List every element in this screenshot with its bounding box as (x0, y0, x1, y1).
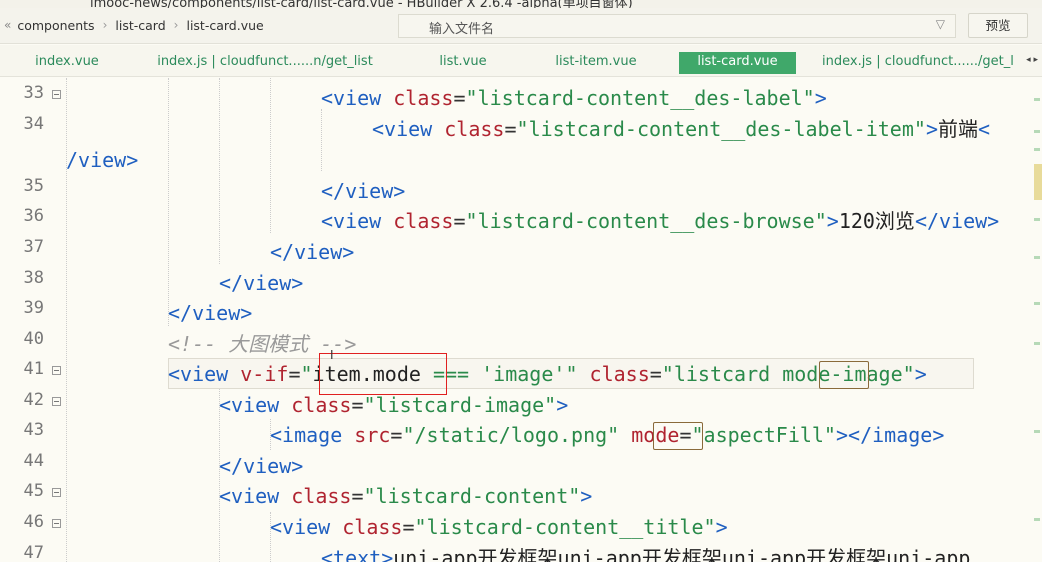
nav-back-icon[interactable]: « (4, 18, 11, 32)
tab-scroll-arrows-icon[interactable]: ◂ ▸ (1026, 55, 1038, 65)
tab-get-list-index-js[interactable]: index.js | cloudfunct......n/get_list (155, 52, 375, 74)
match-highlight-mode (819, 361, 869, 389)
chevron-right-icon: › (173, 18, 179, 32)
window-titlebar: imooc-news/components/list-card/list-car… (0, 0, 1042, 8)
gutter-line: 46 (0, 507, 66, 538)
code-line-34-wrap: /view> (66, 148, 139, 172)
line-number: 46 (23, 512, 44, 532)
fold-toggle-icon[interactable] (52, 366, 61, 375)
code-editor[interactable]: 33 34 35 36 37 38 39 40 41 42 43 44 45 46 47 <view cla… (0, 78, 1042, 562)
tab-list-vue[interactable]: list.vue (430, 52, 496, 74)
code-line-44: </view> (219, 454, 304, 478)
code-line-47: <text>uni-app开发框架uni-app开发框架uni-app开发框架u… (321, 546, 971, 562)
code-line-45: <view class="listcard-content"> (219, 484, 593, 508)
breadcrumb-item-file[interactable]: list-card.vue (186, 18, 263, 33)
code-line-38: </view> (219, 271, 304, 295)
code-line-36: <view class="listcard-content__des-brows… (321, 209, 1000, 233)
tab-list-item-vue[interactable]: list-item.vue (548, 52, 644, 74)
gutter-line: 47 (0, 538, 66, 562)
code-line-46: <view class="listcard-content__title"> (270, 515, 728, 539)
code-content: <view class="listcard-content__des-label… (0, 78, 999, 562)
breadcrumb-item-list-card[interactable]: list-card (115, 18, 165, 33)
chevron-right-icon: › (102, 18, 108, 32)
file-search-placeholder: 输入文件名 (429, 22, 495, 37)
tab-list-card-vue[interactable]: list-card.vue (679, 52, 796, 74)
file-search-input[interactable]: 输入文件名 ▽ (398, 14, 956, 38)
match-highlight-mode-2 (653, 422, 703, 450)
filter-icon[interactable]: ▽ (936, 17, 945, 31)
code-line-33: <view class="listcard-content__des-label… (321, 86, 827, 110)
breadcrumb-item-components[interactable]: components (17, 18, 94, 33)
window-title: imooc-news/components/list-card/list-car… (90, 0, 633, 8)
toolbar: « components › list-card › list-card.vue… (0, 8, 1042, 44)
tab-index-vue[interactable]: index.vue (24, 52, 110, 74)
line-number: 47 (23, 543, 44, 562)
code-line-41: <view v-if="item.mode === 'image'" class… (168, 362, 927, 386)
tab-bar: index.vue index.js | cloudfunct......n/g… (0, 45, 1042, 77)
fold-toggle-icon[interactable] (52, 397, 61, 406)
code-line-35: </view> (321, 179, 406, 203)
fold-toggle-icon[interactable] (52, 519, 61, 528)
code-line-39: </view> (168, 301, 253, 325)
code-line-43: <image src="/static/logo.png" mode="aspe… (270, 423, 945, 447)
preview-button[interactable]: 预览 (968, 13, 1028, 38)
code-line-34: <view class="listcard-content__des-label… (372, 117, 991, 141)
breadcrumb: « components › list-card › list-card.vue (4, 15, 264, 35)
code-line-37: </view> (270, 240, 355, 264)
fold-toggle-icon[interactable] (52, 488, 61, 497)
fold-toggle-icon[interactable] (52, 90, 61, 99)
text-cursor-icon: I (330, 348, 334, 362)
overview-ruler[interactable] (1034, 78, 1042, 562)
selection-box (319, 353, 447, 395)
tab-index-js-cloudfunct[interactable]: index.js | cloudfunct....../get_l (822, 52, 1014, 74)
